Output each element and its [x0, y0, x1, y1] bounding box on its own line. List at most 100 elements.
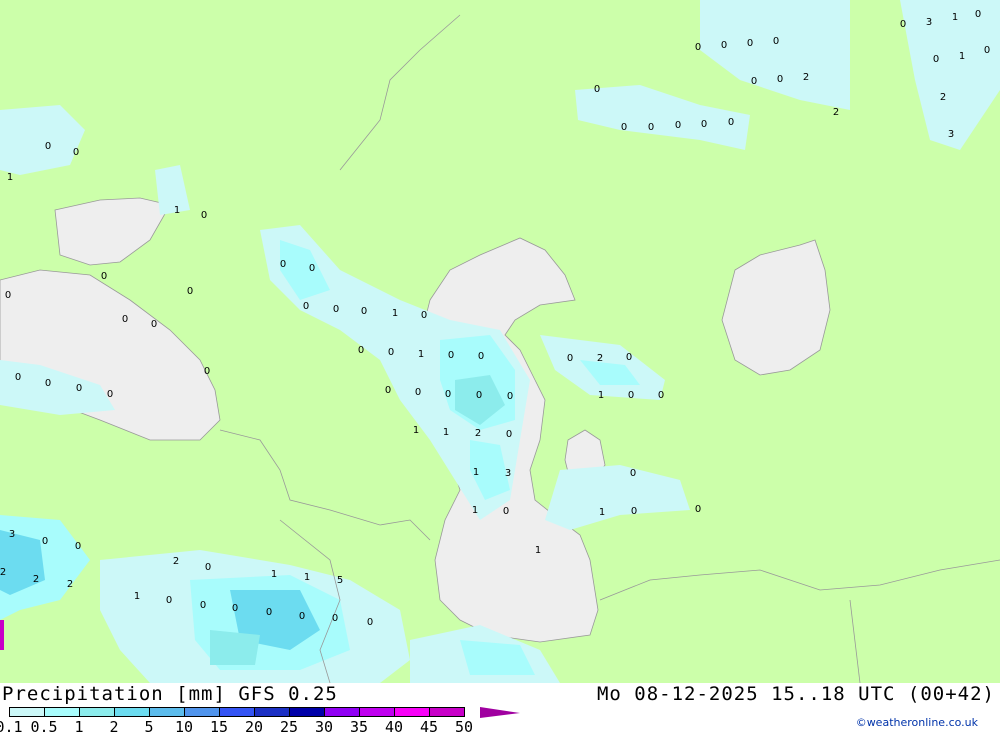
point-value: 0	[621, 122, 627, 133]
point-value: 0	[309, 263, 315, 274]
map-title: Precipitation [mm] GFS 0.25	[2, 683, 338, 705]
point-value: 0	[151, 319, 157, 330]
point-value: 0	[933, 54, 939, 65]
point-value: 0	[445, 389, 451, 400]
point-value: 0	[42, 536, 48, 547]
point-value: 3	[926, 17, 932, 28]
point-value: 0	[333, 304, 339, 315]
legend-tick: 1	[74, 718, 84, 736]
point-value: 0	[166, 595, 172, 606]
point-value: 1	[473, 467, 479, 478]
point-value: 0	[388, 347, 394, 358]
point-value: 0	[232, 603, 238, 614]
point-value: 0	[101, 271, 107, 282]
color-scale-legend	[9, 707, 465, 717]
legend-tick: 30	[314, 718, 334, 736]
point-value: 0	[695, 504, 701, 515]
point-value: 0	[777, 74, 783, 85]
point-value: 0	[747, 38, 753, 49]
legend-tick: 0.1	[0, 718, 23, 736]
point-value: 0	[204, 366, 210, 377]
legend-swatch	[254, 707, 290, 717]
legend-tick: 25	[279, 718, 299, 736]
point-value: 0	[205, 562, 211, 573]
point-value: 2	[67, 579, 73, 590]
point-value: 0	[648, 122, 654, 133]
credit-link[interactable]: ©weatheronline.co.uk	[856, 716, 978, 729]
point-value: 0	[201, 210, 207, 221]
point-value: 0	[478, 351, 484, 362]
point-value: 3	[505, 468, 511, 479]
point-value: 2	[833, 107, 839, 118]
point-value: 0	[567, 353, 573, 364]
point-value: 0	[122, 314, 128, 325]
precipitation-map: 0 0 1 1 0 0 0 0 0 0 0 0 0 0 0 0 0 0 0 0 1 0 0 0 1 0 0 0 0 0 0 0 1 1 2 0 1 3 1 0…	[0, 0, 1000, 683]
point-value: 2	[803, 72, 809, 83]
point-value: 1	[598, 390, 604, 401]
legend-tick: 5	[144, 718, 154, 736]
point-value: 3	[948, 129, 954, 140]
point-value: 0	[751, 76, 757, 87]
point-value: 0	[45, 378, 51, 389]
legend-tick: 40	[384, 718, 404, 736]
point-value: 1	[535, 545, 541, 556]
legend-swatch	[184, 707, 220, 717]
point-value: 0	[15, 372, 21, 383]
legend-swatch	[9, 707, 45, 717]
legend-swatch	[149, 707, 185, 717]
point-value: 0	[367, 617, 373, 628]
point-value: 0	[503, 506, 509, 517]
point-value: 0	[675, 120, 681, 131]
point-value: 0	[594, 84, 600, 95]
legend-swatch	[394, 707, 430, 717]
point-value: 2	[597, 353, 603, 364]
point-value: 1	[959, 51, 965, 62]
point-value: 1	[392, 308, 398, 319]
legend-arrow	[480, 707, 520, 718]
point-value: 0	[75, 541, 81, 552]
legend-tick: 20	[244, 718, 264, 736]
legend-tick: 0.5	[30, 718, 58, 736]
legend-tick: 2	[109, 718, 119, 736]
valid-time: Mo 08-12-2025 15..18 UTC (00+42)	[596, 683, 995, 705]
point-value: 2	[173, 556, 179, 567]
point-value: 1	[271, 569, 277, 580]
point-value: 0	[658, 390, 664, 401]
point-value: 3	[9, 529, 15, 540]
point-value: 1	[418, 349, 424, 360]
point-value: 0	[631, 506, 637, 517]
legend-swatch	[324, 707, 360, 717]
point-value: 0	[476, 390, 482, 401]
point-value: 1	[952, 12, 958, 23]
point-value: 0	[73, 147, 79, 158]
legend-swatch	[289, 707, 325, 717]
point-value: 2	[940, 92, 946, 103]
legend-swatch	[79, 707, 115, 717]
point-value: 0	[45, 141, 51, 152]
footer: Precipitation [mm] GFS 0.25 Mo 08-12-202…	[0, 683, 1000, 736]
point-value: 0	[266, 607, 272, 618]
point-value: 0	[900, 19, 906, 30]
point-value: 1	[599, 507, 605, 518]
point-value: 0	[187, 286, 193, 297]
legend-tick: 15	[209, 718, 229, 736]
point-value: 0	[984, 45, 990, 56]
point-value: 0	[506, 429, 512, 440]
point-value: 0	[385, 385, 391, 396]
point-value: 0	[280, 259, 286, 270]
legend-tick: 10	[174, 718, 194, 736]
point-value: 0	[358, 345, 364, 356]
point-value: 0	[695, 42, 701, 53]
point-value: 0	[200, 600, 206, 611]
point-value: 1	[413, 425, 419, 436]
legend-swatch	[114, 707, 150, 717]
point-value: 1	[134, 591, 140, 602]
point-value: 2	[475, 428, 481, 439]
point-value: 0	[332, 613, 338, 624]
point-value: 0	[107, 389, 113, 400]
legend-swatch	[429, 707, 465, 717]
point-value: 0	[507, 391, 513, 402]
point-value: 0	[626, 352, 632, 363]
point-value: 1	[443, 427, 449, 438]
point-value: 0	[630, 468, 636, 479]
